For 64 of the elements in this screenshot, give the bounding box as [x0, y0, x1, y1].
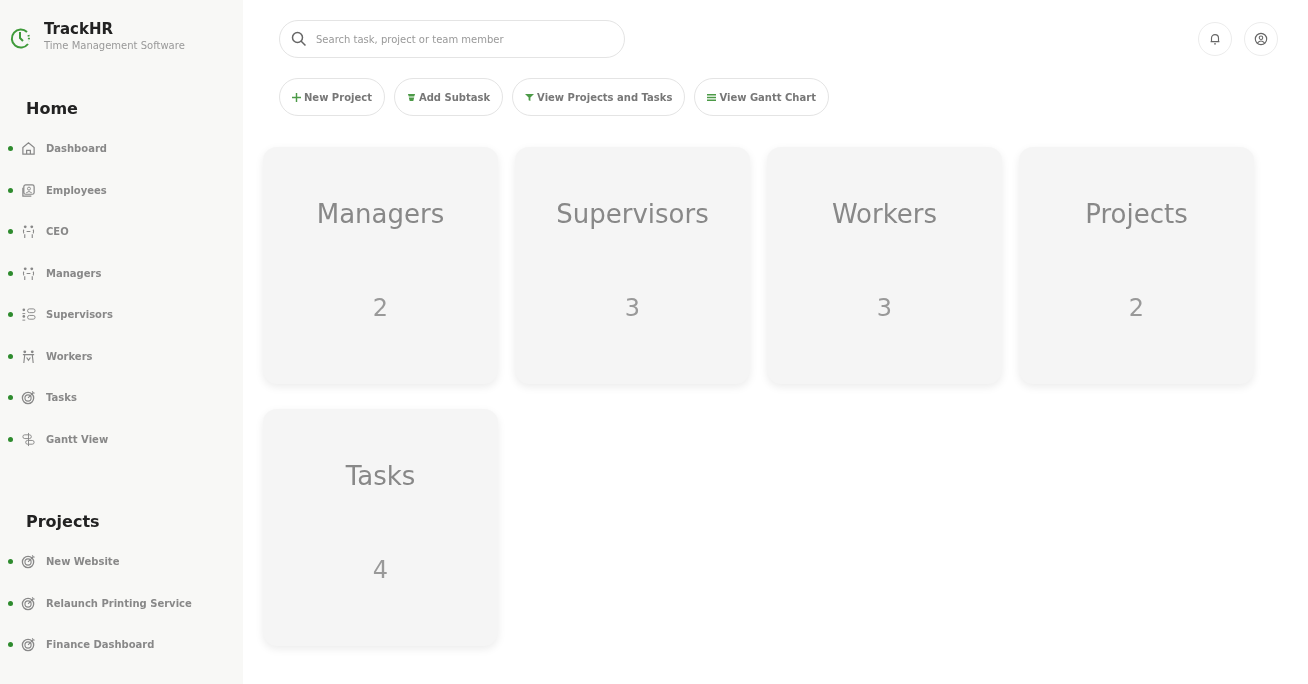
nav-item[interactable]: Finance Dashboard: [21, 637, 155, 653]
target-icon: [21, 637, 36, 653]
plus-icon: [292, 92, 301, 102]
home-icon: [21, 141, 36, 157]
bullet-dot: [8, 270, 13, 276]
app-name: TrackHR: [44, 20, 115, 38]
card-count: 3: [876, 294, 893, 322]
stat-card[interactable]: Supervisors 3: [515, 147, 750, 384]
bell-icon: [1208, 32, 1222, 46]
card-count: 3: [624, 294, 641, 322]
app-tagline: Time Management Software: [44, 40, 185, 51]
card-title: Projects: [1085, 199, 1188, 229]
bullet-dot: [8, 187, 13, 193]
stat-card[interactable]: Projects 2: [1019, 147, 1254, 384]
bullet-dot: [8, 312, 13, 318]
bullet-dot: [8, 600, 13, 606]
notifications-button[interactable]: [1198, 22, 1232, 56]
section-heading: Projects: [25, 512, 101, 531]
bullet-dot: [8, 642, 13, 648]
two-people-icon: [21, 265, 36, 281]
nav-item[interactable]: Dashboard: [21, 141, 107, 157]
bullet-dot: [8, 395, 13, 401]
nav-item[interactable]: Workers: [21, 348, 93, 364]
card-count: 2: [1128, 294, 1145, 322]
search-icon: [291, 31, 307, 47]
bullet-dot: [8, 436, 13, 442]
nav-item[interactable]: Supervisors: [21, 307, 113, 323]
nav-item[interactable]: CEO: [21, 224, 69, 240]
nav-item[interactable]: New Website: [21, 554, 120, 570]
target-icon: [21, 390, 36, 406]
profile-button[interactable]: [1244, 22, 1278, 56]
two-people-icon: [21, 224, 36, 240]
stat-card[interactable]: Tasks 4: [263, 409, 498, 646]
card-title: Supervisors: [556, 199, 709, 229]
card-title: Tasks: [345, 461, 416, 491]
id-card-icon: [21, 182, 36, 198]
stat-card[interactable]: Managers 2: [263, 147, 498, 384]
card-count: 4: [372, 556, 389, 584]
target-icon: [21, 595, 36, 611]
card-title: Workers: [831, 199, 938, 229]
nav-item[interactable]: Managers: [21, 265, 102, 281]
nav-item[interactable]: Relaunch Printing Service: [21, 595, 192, 611]
clock-logo-icon: [8, 26, 32, 50]
action-button[interactable]: View Gantt Chart: [694, 78, 829, 116]
action-button[interactable]: View Projects and Tasks: [512, 78, 686, 116]
nav-item[interactable]: Gantt View: [21, 431, 109, 447]
action-button[interactable]: New Project: [279, 78, 385, 116]
people-list-icon: [21, 307, 36, 323]
target-icon: [21, 554, 36, 570]
team-icon: [21, 348, 36, 364]
user-icon: [1254, 32, 1268, 46]
nav-item[interactable]: Tasks: [21, 390, 77, 406]
search-field[interactable]: Search task, project or team member: [279, 20, 625, 58]
bullet-dot: [8, 353, 13, 359]
action-button[interactable]: Add Subtask: [393, 78, 504, 116]
section-heading: Home: [25, 99, 79, 118]
filter-icon: [525, 92, 535, 102]
bullet-dot: [8, 146, 13, 152]
card-title: Managers: [316, 199, 445, 229]
stat-card[interactable]: Workers 3: [767, 147, 1002, 384]
bullet-dot: [8, 559, 13, 565]
card-count: 2: [372, 294, 389, 322]
nav-item[interactable]: Employees: [21, 182, 107, 198]
bullet-dot: [8, 229, 13, 235]
